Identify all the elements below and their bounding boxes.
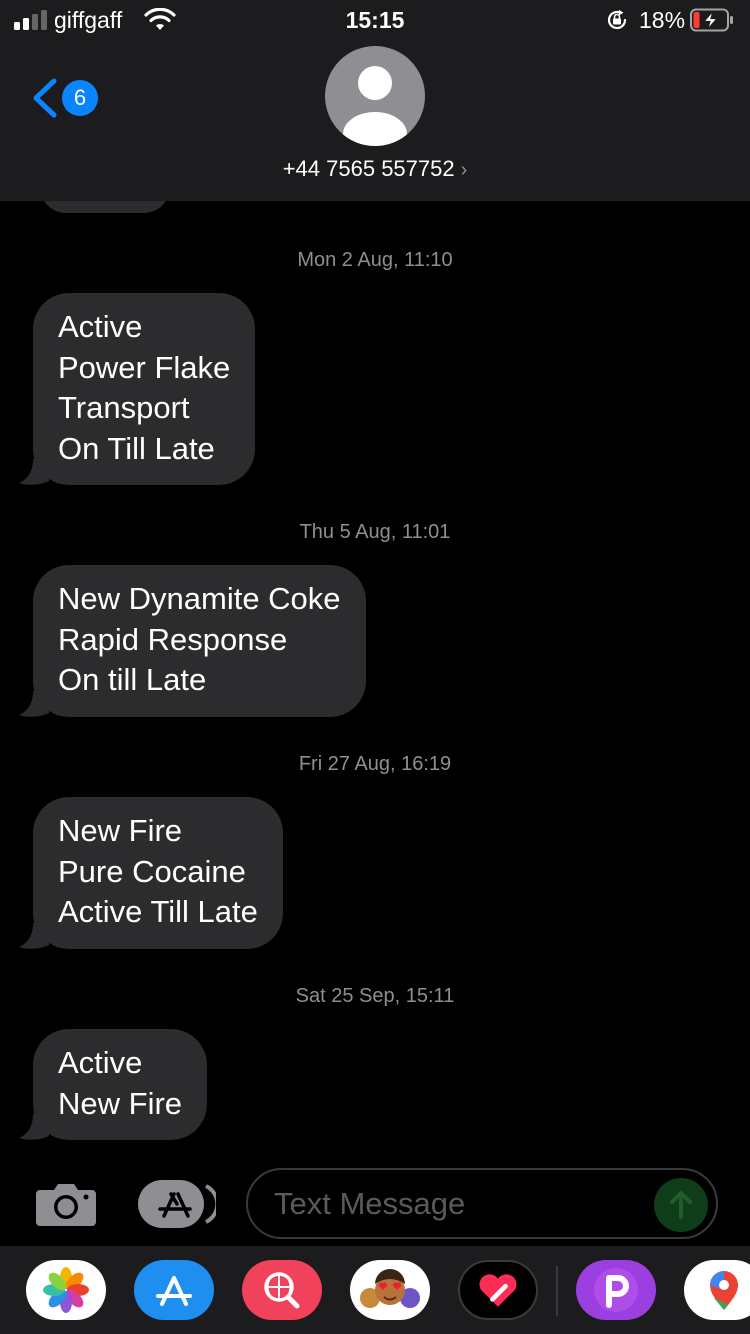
status-bar: giffgaff 15:15 18% bbox=[0, 0, 750, 44]
received-message-bubble[interactable]: New Fire Pure Cocaine Active Till Late bbox=[19, 797, 283, 949]
picsart-app-icon[interactable] bbox=[576, 1260, 656, 1320]
message-timestamp: Fri 27 Aug, 16:19 bbox=[298, 753, 452, 775]
conversation-header: giffgaff 15:15 18% 6 +44 7565 557752 › bbox=[0, 0, 750, 201]
memoji-stickers-app-icon[interactable] bbox=[350, 1260, 430, 1320]
message-line: New Fire bbox=[58, 813, 183, 848]
imessage-app-drawer bbox=[0, 1246, 750, 1334]
back-button[interactable]: 6 bbox=[30, 76, 110, 120]
message-line: Pure Cocaine bbox=[58, 853, 246, 889]
unread-count-badge: 6 bbox=[62, 80, 98, 116]
received-message-bubble[interactable]: Active New Fire bbox=[19, 1029, 208, 1140]
contact-title[interactable]: +44 7565 557752 › bbox=[0, 156, 750, 182]
battery-percentage: 18% bbox=[639, 7, 686, 33]
message-line: Power Flake bbox=[58, 349, 231, 385]
message-line: Rapid Response bbox=[58, 621, 288, 657]
photos-flower-icon bbox=[43, 1267, 89, 1313]
app-store-icon[interactable] bbox=[138, 1180, 216, 1228]
bubble-tail bbox=[19, 459, 49, 485]
magnifier-globe-icon bbox=[264, 1272, 300, 1309]
status-time: 15:15 bbox=[345, 7, 405, 33]
send-button[interactable] bbox=[654, 1178, 708, 1232]
digital-touch-app-icon[interactable] bbox=[458, 1260, 538, 1320]
drawer-divider bbox=[556, 1266, 558, 1316]
message-line: Active bbox=[58, 309, 143, 344]
received-message-bubble[interactable]: New Dynamite Coke Rapid Response On till… bbox=[19, 565, 366, 717]
person-silhouette-icon bbox=[343, 66, 407, 146]
contact-number: +44 7565 557752 bbox=[282, 156, 455, 181]
message-timestamp: Sat 25 Sep, 15:11 bbox=[295, 985, 455, 1007]
message-line: On Till Late bbox=[58, 430, 215, 466]
camera-icon[interactable] bbox=[36, 1180, 96, 1226]
picsart-p-icon bbox=[594, 1268, 638, 1312]
bubble-tail bbox=[19, 1114, 49, 1140]
message-input[interactable] bbox=[274, 1184, 654, 1224]
web-search-app-icon[interactable] bbox=[242, 1260, 322, 1320]
message-line: Active bbox=[58, 1045, 143, 1080]
send-arrow-icon bbox=[670, 1191, 692, 1219]
received-message-bubble[interactable]: Active Power Flake Transport On Till Lat… bbox=[19, 293, 256, 485]
app-store-a-icon bbox=[156, 1276, 192, 1306]
app-store-app-icon[interactable] bbox=[134, 1260, 214, 1320]
rotation-lock-icon bbox=[607, 9, 627, 30]
message-thread[interactable]: Mon 2 Aug, 11:10 Active Power Flake Tran… bbox=[0, 201, 750, 1161]
message-input-field[interactable] bbox=[246, 1168, 718, 1239]
message-line: On till Late bbox=[58, 662, 207, 697]
heart-icon bbox=[479, 1274, 517, 1307]
message-line: Transport bbox=[58, 390, 190, 425]
chevron-left-icon bbox=[33, 78, 57, 118]
chevron-right-icon: › bbox=[460, 159, 468, 181]
memoji-faces-icon bbox=[360, 1269, 420, 1308]
message-timestamp: Mon 2 Aug, 11:10 bbox=[297, 249, 453, 271]
message-line: Active Till Late bbox=[58, 894, 258, 929]
message-bubble-partial bbox=[40, 201, 170, 213]
bubble-tail bbox=[19, 690, 49, 717]
map-pin-icon bbox=[710, 1271, 738, 1310]
battery-icon bbox=[690, 8, 733, 32]
bubble-tail bbox=[19, 922, 49, 949]
contact-avatar[interactable] bbox=[325, 46, 425, 146]
google-maps-app-icon[interactable] bbox=[684, 1260, 750, 1320]
message-line: New Dynamite Coke bbox=[58, 581, 341, 616]
photos-app-icon[interactable] bbox=[26, 1260, 106, 1320]
message-line: New Fire bbox=[58, 1085, 183, 1121]
message-timestamp: Thu 5 Aug, 11:01 bbox=[299, 521, 451, 543]
